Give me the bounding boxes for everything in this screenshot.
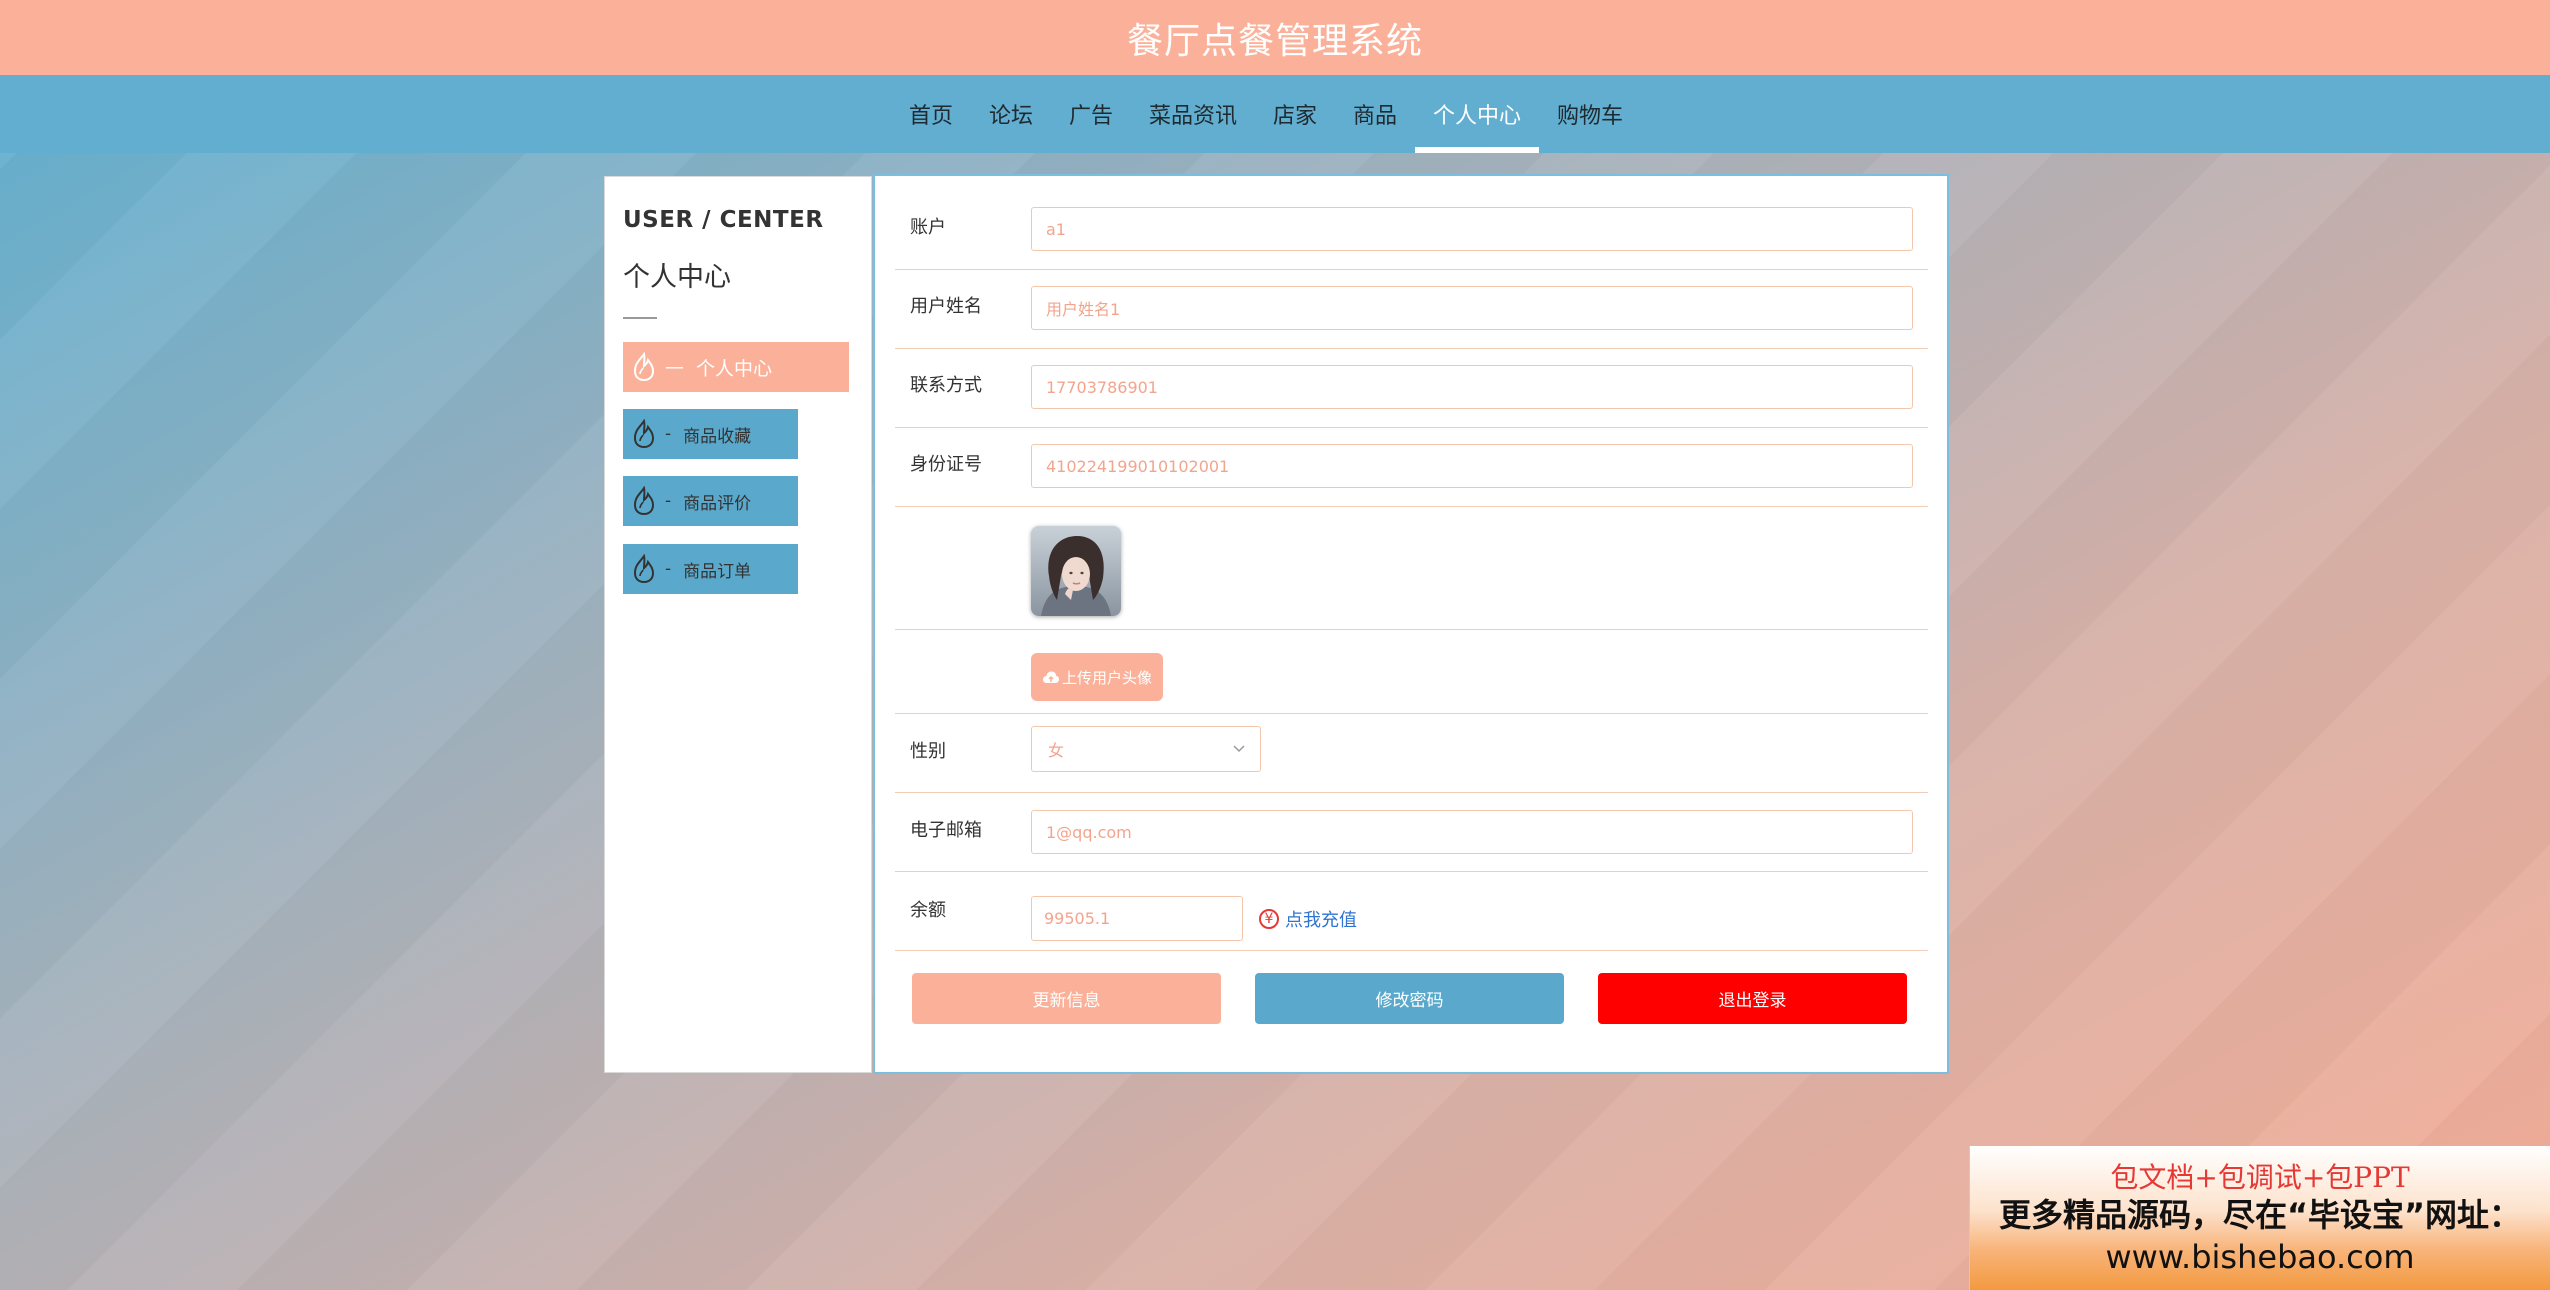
- flame-icon: [633, 554, 655, 584]
- flame-icon: [633, 352, 655, 382]
- profile-form: 账户 用户姓名 联系方式 身份证号: [873, 174, 1949, 1074]
- account-field[interactable]: [1031, 207, 1913, 251]
- username-label: 用户姓名: [910, 296, 982, 317]
- sidebar-title-en: USER / CENTER: [623, 207, 824, 233]
- avatar: [1031, 526, 1121, 616]
- avatar-image: [1031, 526, 1121, 616]
- recharge-label: 点我充值: [1285, 910, 1357, 931]
- cloud-upload-icon: [1042, 671, 1059, 683]
- phone-row: 联系方式: [895, 349, 1928, 428]
- watermark-line-2: 更多精品源码，尽在“毕设宝”网址：: [1998, 1196, 2522, 1234]
- upload-row: 上传用户头像: [895, 630, 1928, 714]
- idcard-row: 身份证号: [895, 428, 1928, 507]
- sidebar-item-label: 商品收藏: [683, 426, 752, 447]
- sidebar-item-sep: -: [665, 424, 672, 444]
- chevron-down-icon: [1233, 745, 1245, 753]
- flame-icon: [633, 419, 655, 449]
- idcard-field[interactable]: [1031, 444, 1913, 488]
- email-label: 电子邮箱: [910, 820, 982, 841]
- balance-field[interactable]: [1031, 896, 1243, 941]
- upload-avatar-button[interactable]: 上传用户头像: [1031, 653, 1163, 701]
- app-header: 餐厅点餐管理系统: [0, 0, 2550, 76]
- username-row: 用户姓名: [895, 270, 1928, 349]
- watermark-banner: 包文档+包调试+包PPT 更多精品源码，尽在“毕设宝”网址： www.bishe…: [1969, 1146, 2550, 1290]
- user-center-sidebar: USER / CENTER 个人中心 — 个人中心 - 商品收藏 - 商品评价 …: [604, 176, 872, 1073]
- gender-value: 女: [1048, 741, 1065, 760]
- main-nav: 首页 论坛 广告 菜品资讯 店家 商品 个人中心 购物车: [0, 75, 2550, 153]
- sidebar-item-sep: -: [665, 491, 672, 511]
- watermark-line-3: www.bishebao.com: [2105, 1238, 2415, 1276]
- nav-home[interactable]: 首页: [891, 75, 971, 153]
- sidebar-item-label: 商品订单: [683, 561, 752, 582]
- nav-cart[interactable]: 购物车: [1539, 75, 1641, 153]
- account-row: 账户: [895, 191, 1928, 270]
- avatar-row: [895, 507, 1928, 630]
- account-label: 账户: [910, 217, 946, 238]
- email-field[interactable]: [1031, 810, 1913, 854]
- recharge-link[interactable]: ¥ 点我充值: [1259, 906, 1357, 932]
- yen-icon: ¥: [1259, 909, 1279, 929]
- sidebar-item-label: 商品评价: [683, 493, 752, 514]
- idcard-label: 身份证号: [910, 454, 982, 475]
- upload-avatar-label: 上传用户头像: [1061, 668, 1152, 687]
- app-title: 餐厅点餐管理系统: [1126, 20, 1423, 62]
- username-field[interactable]: [1031, 286, 1913, 330]
- sidebar-item-favorites[interactable]: - 商品收藏: [623, 409, 798, 459]
- balance-row: 余额 ¥ 点我充值: [895, 872, 1928, 951]
- sidebar-item-reviews[interactable]: - 商品评价: [623, 476, 798, 526]
- sidebar-item-orders[interactable]: - 商品订单: [623, 544, 798, 594]
- logout-button[interactable]: 退出登录: [1598, 973, 1907, 1024]
- phone-field[interactable]: [1031, 365, 1913, 409]
- nav-shops[interactable]: 店家: [1255, 75, 1335, 153]
- sidebar-item-sep: —: [665, 356, 684, 378]
- email-row: 电子邮箱: [895, 793, 1928, 872]
- sidebar-item-sep: -: [665, 559, 672, 579]
- change-password-button[interactable]: 修改密码: [1255, 973, 1564, 1024]
- nav-ads[interactable]: 广告: [1051, 75, 1131, 153]
- sidebar-divider: [623, 317, 657, 319]
- gender-select[interactable]: 女: [1031, 726, 1261, 772]
- nav-forum[interactable]: 论坛: [971, 75, 1051, 153]
- sidebar-item-user-center[interactable]: — 个人中心: [623, 342, 849, 392]
- sidebar-title-cn: 个人中心: [623, 262, 731, 293]
- sidebar-item-label: 个人中心: [696, 357, 773, 380]
- gender-row: 性别 女: [895, 714, 1928, 793]
- update-info-button[interactable]: 更新信息: [912, 973, 1221, 1024]
- nav-user-center[interactable]: 个人中心: [1415, 75, 1540, 153]
- nav-dish-news[interactable]: 菜品资讯: [1131, 75, 1255, 153]
- balance-label: 余额: [910, 900, 946, 921]
- gender-label: 性别: [910, 741, 946, 762]
- flame-icon: [633, 486, 655, 516]
- phone-label: 联系方式: [910, 375, 982, 396]
- nav-products[interactable]: 商品: [1335, 75, 1415, 153]
